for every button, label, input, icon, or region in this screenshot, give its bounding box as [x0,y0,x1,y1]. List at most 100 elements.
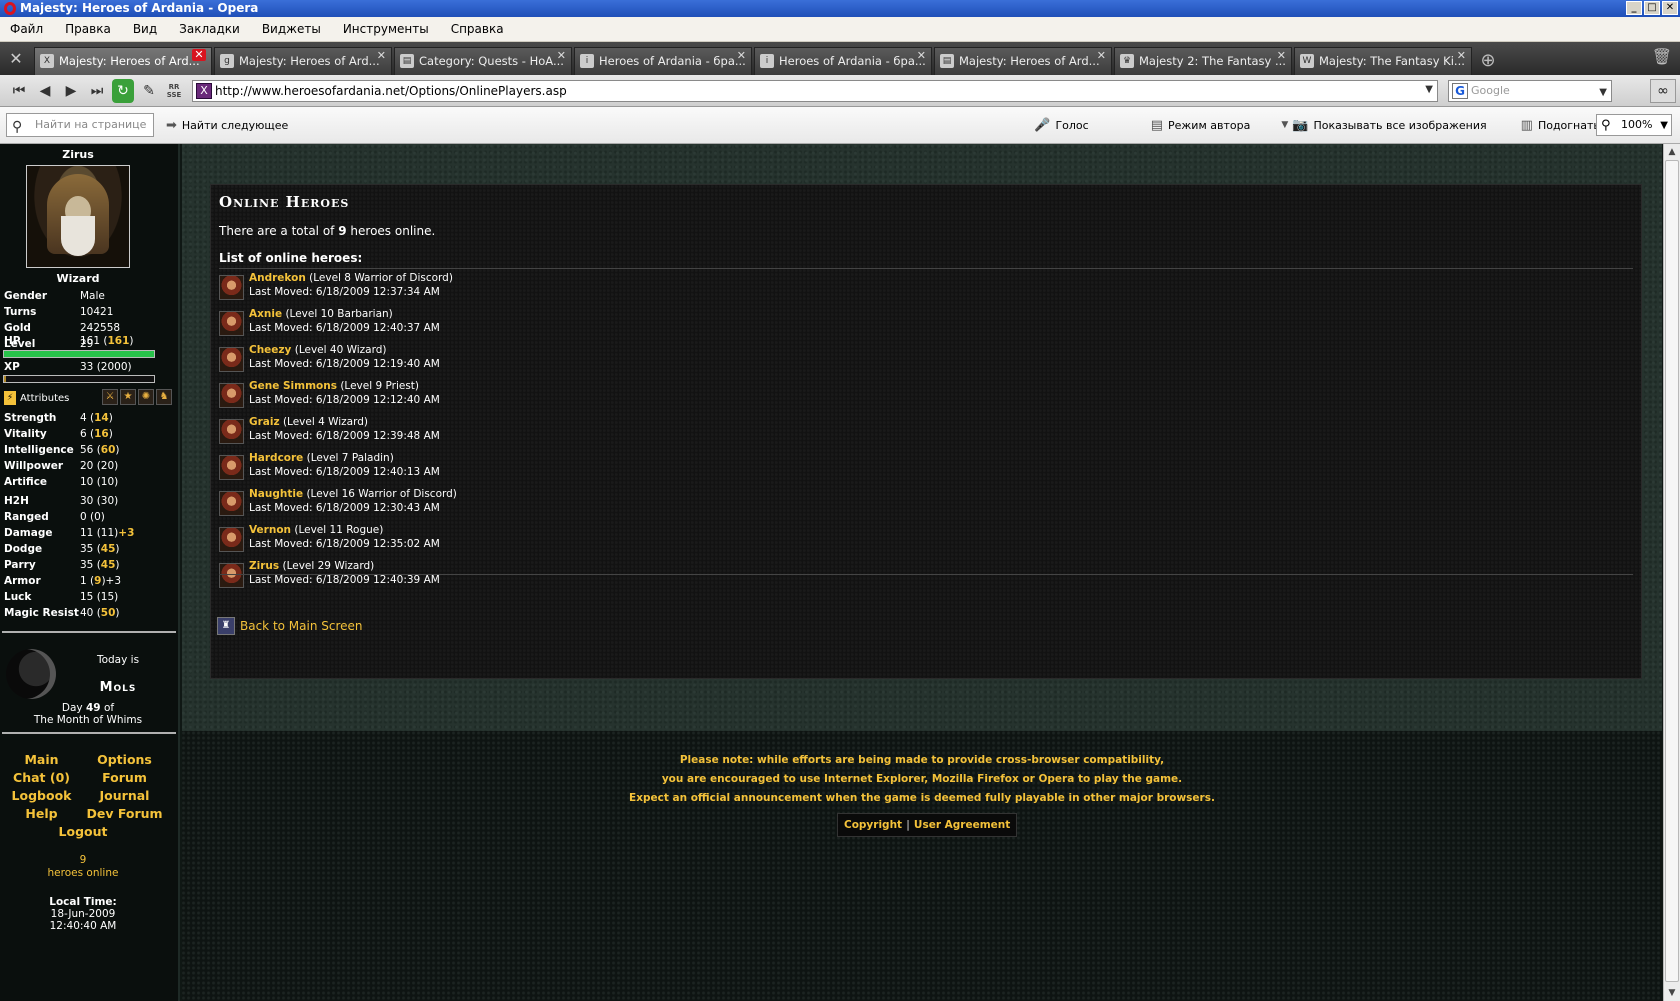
chevron-down-icon[interactable]: ▼ [1281,120,1288,130]
tab-8[interactable]: W Majesty: The Fantasy Ki... ✕ [1294,47,1472,75]
hero-name-link[interactable]: Andrekon [249,272,306,284]
hero-name-link[interactable]: Naughtie [249,488,303,500]
reload-icon[interactable]: ↻ [112,78,134,103]
find-next-button[interactable]: ➡ Найти следующее [166,118,288,133]
hero-list-item: Graiz (Level 4 Wizard) Last Moved: 6/18/2… [219,415,819,451]
url-input[interactable]: X http://www.heroesofardania.net/Options… [192,79,1438,102]
hero-portrait[interactable] [26,165,130,268]
hero-avatar-icon[interactable] [219,491,244,516]
menu-edit[interactable]: Правка [65,22,111,36]
stat-base: 0 (0) [80,511,105,523]
hero-avatar-icon[interactable] [219,419,244,444]
divider [219,268,1633,269]
user-agreement-link[interactable]: User Agreement [914,814,1010,836]
hero-avatar-icon[interactable] [219,311,244,336]
stat-base: 15 (15) [80,591,119,603]
find-input[interactable]: ⚲ Найти на странице [6,113,154,137]
edit-icon[interactable]: ✎ [136,79,162,103]
figure-icon[interactable]: ♞ [156,389,172,405]
nav-logbook-link[interactable]: Logbook [0,788,83,804]
hero-list-item: Zirus (Level 29 Wizard) Last Moved: 6/18/… [219,559,819,595]
tab-1[interactable]: X Majesty: Heroes of Ard... ✕ [34,47,212,75]
stat-mod: 45 [100,543,116,555]
vertical-scrollbar[interactable]: ▲ ▼ [1663,144,1680,1001]
tab-3[interactable]: ▤ Category: Quests - HoA... ✕ [394,47,572,75]
tab-close-icon[interactable]: ✕ [917,49,926,63]
forward-icon[interactable]: ▶ [58,79,84,103]
back-icon[interactable]: ◀ [32,79,58,103]
nav-logout-link[interactable]: Logout [0,824,166,840]
hero-avatar-icon[interactable] [219,563,244,588]
stat-close: ) [115,559,120,571]
nav-chat-link[interactable]: Chat (0) [0,770,83,786]
menu-file[interactable]: Файл [10,22,43,36]
url-dropdown-icon[interactable]: ▼ [1425,84,1433,95]
castle-icon: ♜ [217,617,235,635]
tab-close-icon[interactable]: ✕ [737,49,746,63]
nav-dev-forum-link[interactable]: Dev Forum [83,806,166,822]
tab-close-icon[interactable]: ✕ [1457,49,1466,63]
author-mode-button[interactable]: ▤ Режим автора ▼ [1151,118,1289,133]
magic-icon[interactable]: ✺ [138,389,154,405]
hero-avatar-icon[interactable] [219,383,244,408]
menu-help[interactable]: Справка [451,22,504,36]
tab-close-icon[interactable]: ✕ [557,49,566,63]
menu-view[interactable]: Вид [133,22,157,36]
online-count-link[interactable]: 9 heroes online [0,854,166,880]
rss-icon[interactable]: RR SSE [162,83,186,99]
hero-avatar-icon[interactable] [219,347,244,372]
tools-icon[interactable]: ✕ [4,47,28,71]
search-input[interactable]: G Google ▼ [1448,79,1612,103]
nav-forum-link[interactable]: Forum [83,770,166,786]
zoom-dropdown-icon[interactable]: ▼ [1660,116,1668,136]
new-tab-icon[interactable]: ⊕ [1474,47,1502,75]
hero-name-link[interactable]: Zirus [249,560,279,572]
trash-icon[interactable]: 🗑 [1652,47,1672,66]
tab-close-icon[interactable]: ✕ [1097,49,1106,63]
menu-tools[interactable]: Инструменты [343,22,429,36]
hero-name-link[interactable]: Cheezy [249,344,291,356]
hero-name-link[interactable]: Graiz [249,416,280,428]
nav-options-link[interactable]: Options [83,752,166,768]
menu-widgets[interactable]: Виджеты [262,22,321,36]
hero-name-link[interactable]: Gene Simmons [249,380,337,392]
tab-close-icon[interactable]: ✕ [377,49,386,63]
rewind-icon[interactable]: ⏮ [6,79,32,103]
maximize-icon[interactable]: □ [1644,1,1660,15]
nav-help-link[interactable]: Help [0,806,83,822]
star-icon[interactable]: ★ [120,389,136,405]
zoom-select[interactable]: ⚲ 100% ▼ [1596,114,1672,136]
scroll-down-icon[interactable]: ▼ [1664,985,1680,1001]
attack-icon[interactable]: ⚔ [102,389,118,405]
tab-close-icon[interactable]: ✕ [1277,49,1286,63]
nav-journal-link[interactable]: Journal [83,788,166,804]
hero-avatar-icon[interactable] [219,275,244,300]
fast-forward-icon[interactable]: ⏭ [84,79,110,103]
tab-5[interactable]: i Heroes of Ardania - бра... ✕ [754,47,932,75]
show-images-button[interactable]: 📷 Показывать все изображения [1292,118,1486,133]
hero-name-link[interactable]: Hardcore [249,452,303,464]
menu-bookmarks[interactable]: Закладки [179,22,240,36]
hero-avatar-icon[interactable] [219,527,244,552]
tab-2[interactable]: g Majesty: Heroes of Ard... ✕ [214,47,392,75]
stat-label: Gold [4,322,31,334]
minimize-icon[interactable]: _ [1626,1,1642,15]
tab-4[interactable]: i Heroes of Ardania - бра... ✕ [574,47,752,75]
copyright-link[interactable]: Copyright [844,814,902,836]
author-mode-label: Режим автора [1167,118,1251,132]
hero-avatar-icon[interactable] [219,455,244,480]
nav-main-link[interactable]: Main [0,752,83,768]
tab-7[interactable]: ♛ Majesty 2: The Fantasy ... ✕ [1114,47,1292,75]
hero-name-link[interactable]: Axnie [249,308,282,320]
close-window-icon[interactable]: ✕ [1662,1,1678,15]
search-dropdown-icon[interactable]: ▼ [1599,83,1607,103]
scrollbar-thumb[interactable] [1665,160,1679,982]
back-to-main-link[interactable]: ♜ Back to Main Screen [217,617,363,635]
scroll-up-icon[interactable]: ▲ [1664,144,1680,160]
tab-close-icon[interactable]: ✕ [192,49,206,61]
total-prefix: There are a total of [219,224,335,238]
hero-name-link[interactable]: Vernon [249,524,291,536]
tab-6[interactable]: ▤ Majesty: Heroes of Ard... ✕ [934,47,1112,75]
voice-button[interactable]: 🎤 Голос [1034,118,1088,133]
glasses-icon[interactable]: ∞ [1650,79,1676,103]
